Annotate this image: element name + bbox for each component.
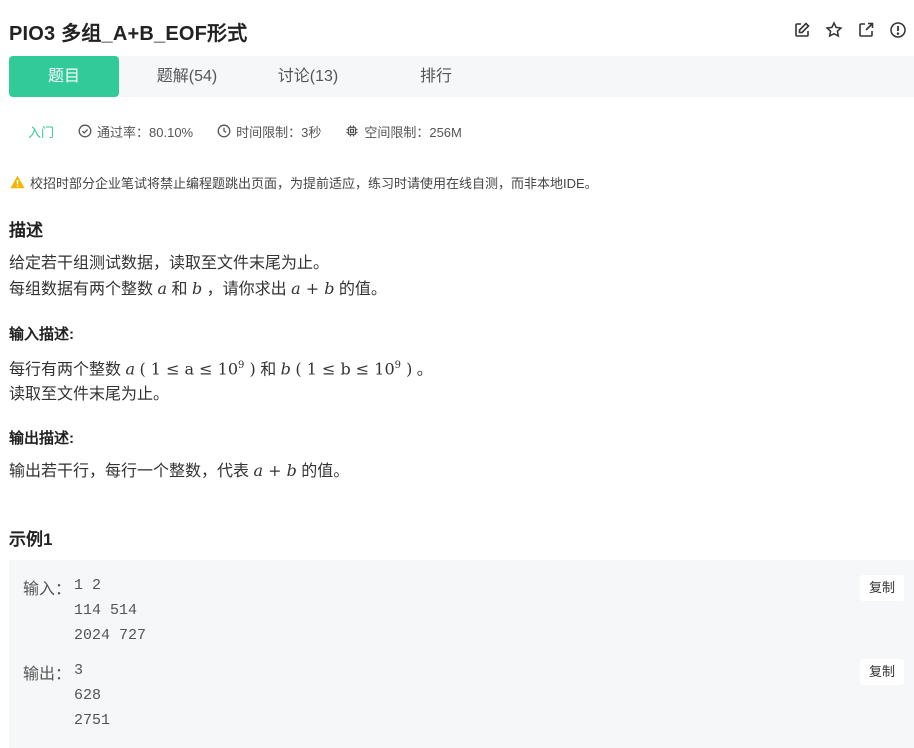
space-limit-text: 空间限制：256M — [364, 124, 462, 140]
example-input-line: 114 514 — [74, 602, 138, 619]
output-description-body: 输出若干行，每行一个整数，代表 a + b 的值。 — [9, 461, 350, 480]
tab-bar: 题目 题解(54) 讨论(13) 排行 — [9, 56, 914, 97]
description-heading: 描述 — [9, 221, 43, 240]
description-line-1: 给定若干组测试数据，读取至文件末尾为止。 — [9, 255, 330, 272]
example-heading: 示例1 — [9, 530, 53, 549]
external-link-icon[interactable] — [850, 20, 882, 40]
notice-text: 校招时部分企业笔试将禁止编程题跳出页面，为提前适应，练习时请使用在线自测，而非本… — [30, 175, 598, 191]
difficulty-badge: 入门 — [28, 124, 55, 140]
title-row: PIO3 多组_A+B_EOF形式 — [9, 14, 914, 48]
tab-discussion[interactable]: 讨论(13) — [263, 56, 353, 97]
info-icon[interactable] — [882, 20, 914, 40]
example-input[interactable]: 1 2 114 514 2024 727 — [74, 573, 146, 648]
example-output[interactable]: 3 628 2751 — [74, 658, 110, 733]
pass-rate-text: 通过率：80.10% — [97, 124, 194, 140]
tab-ranking[interactable]: 排行 — [391, 56, 481, 97]
example-input-line: 2024 727 — [74, 627, 147, 644]
example-box: 输入： 1 2 114 514 2024 727 复制 输出： 3 628 27… — [9, 560, 914, 748]
example-output-label: 输出： — [23, 666, 72, 683]
copy-input-button[interactable]: 复制 — [860, 575, 904, 601]
example-output-line: 3 — [74, 662, 84, 679]
check-circle-icon — [78, 124, 92, 138]
title-actions — [786, 20, 914, 40]
copy-output-button[interactable]: 复制 — [860, 659, 904, 685]
page-title: PIO3 多组_A+B_EOF形式 — [9, 23, 248, 45]
example-output-line: 628 — [74, 687, 102, 704]
exam-notice: 校招时部分企业笔试将禁止编程题跳出页面，为提前适应，练习时请使用在线自测，而非本… — [10, 173, 598, 191]
space-limit: 空间限制：256M — [345, 122, 462, 141]
tab-problem[interactable]: 题目 — [9, 56, 119, 97]
input-description-line-1: 每行有两个整数 a ( 1 ≤ a ≤ 109 ) 和 b ( 1 ≤ b ≤ … — [9, 359, 433, 379]
tab-solutions[interactable]: 题解(54) — [142, 56, 232, 97]
input-description-heading: 输入描述: — [9, 326, 74, 343]
input-description-body: 每行有两个整数 a ( 1 ≤ a ≤ 109 ) 和 b ( 1 ≤ b ≤ … — [9, 353, 433, 407]
description-line-2: 每组数据有两个整数 a 和 b ，请你求出 a + b 的值。 — [9, 279, 387, 298]
description-body: 给定若干组测试数据，读取至文件末尾为止。 每组数据有两个整数 a 和 b ，请你… — [9, 251, 387, 302]
edit-icon[interactable] — [786, 20, 818, 40]
example-output-line: 2751 — [74, 712, 111, 729]
time-limit: 时间限制：3秒 — [217, 122, 321, 141]
clock-icon — [217, 124, 231, 138]
input-description-line-2: 读取至文件末尾为止。 — [9, 386, 170, 404]
star-icon[interactable] — [818, 20, 850, 40]
chip-icon — [346, 125, 358, 137]
output-description-heading: 输出描述: — [9, 430, 74, 447]
example-input-label: 输入： — [23, 581, 72, 598]
example-input-line: 1 2 — [74, 577, 102, 594]
pass-rate: 通过率：80.10% — [78, 122, 193, 141]
warning-icon — [10, 175, 25, 189]
problem-meta: 入门 通过率：80.10% 时间限制：3秒 空间限制：256M — [28, 121, 486, 141]
time-limit-text: 时间限制：3秒 — [236, 124, 322, 140]
